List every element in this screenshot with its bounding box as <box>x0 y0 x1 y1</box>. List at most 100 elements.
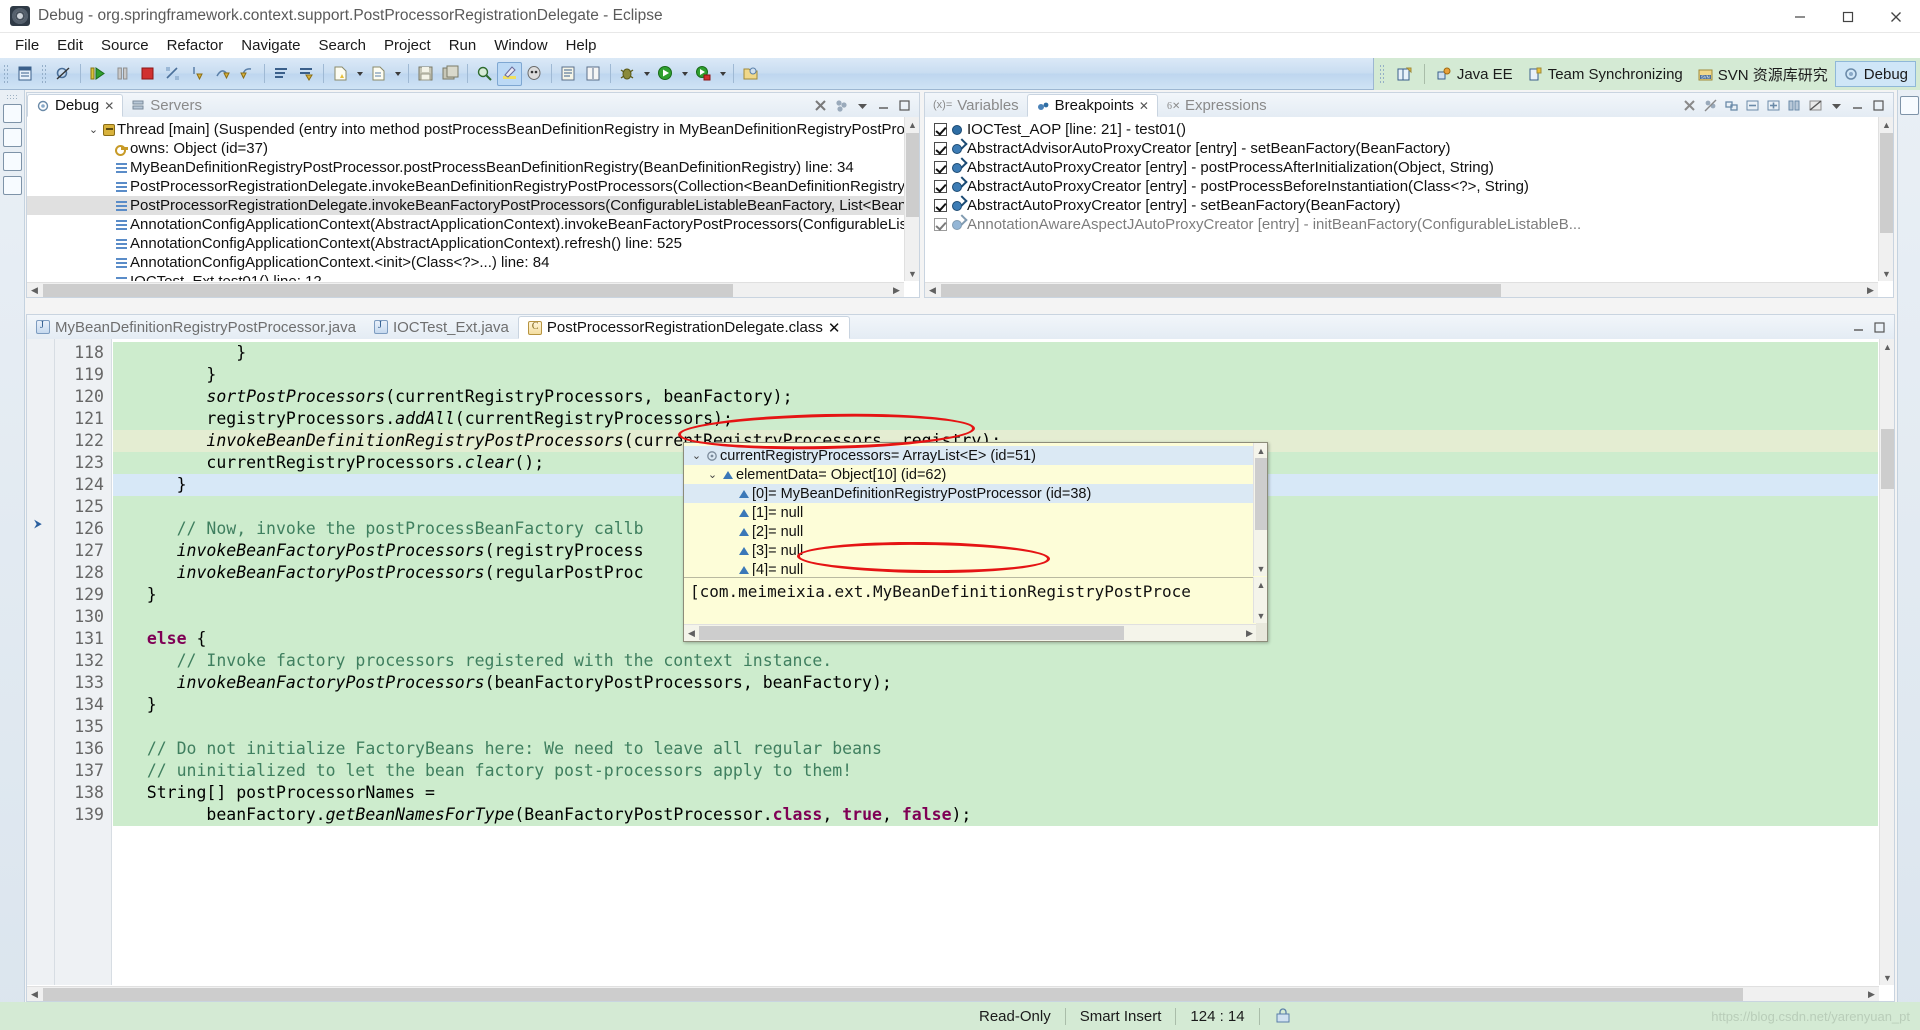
breakpoint-checkbox[interactable] <box>934 180 947 193</box>
editor-marker-ruler[interactable]: ⮞ <box>27 339 55 985</box>
variable-row-currentregistryprocessors[interactable]: ⌄ currentRegistryProcessors= ArrayList<E… <box>684 446 1253 465</box>
new-java-file-icon[interactable] <box>328 62 353 86</box>
toolbar-grip-2[interactable] <box>41 63 48 84</box>
breakpoints-vscrollbar[interactable]: ▲ ▼ <box>1878 117 1893 281</box>
tab-breakpoints[interactable]: Breakpoints ✕ <box>1026 94 1158 117</box>
minimize-button[interactable] <box>1776 0 1824 33</box>
breakpoints-hscrollbar[interactable]: ◀ ▶ <box>925 282 1878 297</box>
debug-mask-icon[interactable] <box>522 62 547 86</box>
open-perspective-icon[interactable] <box>1389 61 1420 87</box>
external-tools-icon[interactable] <box>691 62 716 86</box>
step-return-icon[interactable] <box>235 62 260 86</box>
scroll-left-arrow[interactable]: ◀ <box>925 283 940 297</box>
scroll-left-arrow[interactable]: ◀ <box>27 283 42 297</box>
chevron-down-icon[interactable]: ⌄ <box>87 123 100 136</box>
menu-project[interactable]: Project <box>375 35 440 56</box>
menu-source[interactable]: Source <box>92 35 158 56</box>
breakpoint-row[interactable]: AnnotationAwareAspectJAutoProxyCreator [… <box>925 215 1878 234</box>
scrollbar-thumb[interactable] <box>43 284 733 297</box>
group-by-icon[interactable] <box>1786 97 1803 114</box>
run-launch-dropdown[interactable] <box>678 62 691 86</box>
breakpoint-row[interactable]: AbstractAdvisorAutoProxyCreator [entry] … <box>925 139 1878 158</box>
scrollbar-thumb[interactable] <box>43 988 1743 1001</box>
skip-all-breakpoints-icon[interactable] <box>1807 97 1824 114</box>
breakpoints-list[interactable]: IOCTest_AOP [line: 21] - test01() Abstra… <box>925 117 1893 297</box>
outline-view-icon[interactable] <box>1899 96 1919 115</box>
link-icon[interactable] <box>1723 97 1740 114</box>
tree-row-stack-frame[interactable]: IOCTest_Ext.test01() line: 12 <box>27 272 904 281</box>
variable-row-index-2[interactable]: [2]= null <box>684 522 1253 541</box>
tree-row-stack-frame[interactable]: AnnotationConfigApplicationContext.<init… <box>27 253 904 272</box>
tab-debug[interactable]: Debug ✕ <box>27 94 124 117</box>
tab-expressions[interactable]: 6✕ Expressions <box>1158 93 1275 117</box>
scroll-down-arrow[interactable]: ▼ <box>1880 970 1894 985</box>
perspective-bar-grip[interactable] <box>1378 64 1386 84</box>
skip-breakpoints-icon[interactable] <box>51 62 76 86</box>
breakpoint-row[interactable]: IOCTest_AOP [line: 21] - test01() <box>925 120 1878 139</box>
scrollbar-thumb[interactable] <box>906 133 919 217</box>
code-line[interactable]: // Invoke factory processors registered … <box>113 650 1878 672</box>
debug-stack-tree[interactable]: ⌄ Thread [main] (Suspended (entry into m… <box>27 117 919 297</box>
scroll-up-arrow[interactable]: ▲ <box>1254 443 1267 458</box>
new-java-file-dropdown[interactable] <box>353 62 366 86</box>
tree-row-stack-frame-selected[interactable]: PostProcessorRegistrationDelegate.invoke… <box>27 196 904 215</box>
breakpoint-row[interactable]: AbstractAutoProxyCreator [entry] - postP… <box>925 177 1878 196</box>
variable-popup-tree[interactable]: ⌄ currentRegistryProcessors= ArrayList<E… <box>684 443 1267 576</box>
suspend-icon[interactable] <box>110 62 135 86</box>
remove-all-terminated-icon[interactable] <box>812 97 829 114</box>
tab-variables[interactable]: (x)= Variables <box>925 93 1027 117</box>
run-launch-icon[interactable] <box>653 62 678 86</box>
collapse-all-icon[interactable] <box>1744 97 1761 114</box>
search-icon[interactable] <box>472 62 497 86</box>
remove-all-breakpoints-icon[interactable] <box>1702 97 1719 114</box>
code-line[interactable]: registryProcessors.addAll(currentRegistr… <box>113 408 1878 430</box>
code-line[interactable]: String[] postProcessorNames = <box>113 782 1878 804</box>
close-icon[interactable]: ✕ <box>828 319 841 337</box>
step-into-icon[interactable] <box>185 62 210 86</box>
menu-navigate[interactable]: Navigate <box>232 35 309 56</box>
menu-refactor[interactable]: Refactor <box>158 35 233 56</box>
scrollbar-thumb[interactable] <box>1880 133 1893 233</box>
terminate-icon[interactable] <box>135 62 160 86</box>
tasks-view-icon[interactable] <box>2 152 22 171</box>
new-wizard-icon[interactable] <box>13 62 38 86</box>
menu-run[interactable]: Run <box>440 35 486 56</box>
tree-row-stack-frame[interactable]: AnnotationConfigApplicationContext(Abstr… <box>27 215 904 234</box>
highlight-icon[interactable] <box>497 61 522 86</box>
scrollbar-thumb[interactable] <box>1255 458 1267 530</box>
drop-to-frame-icon[interactable] <box>294 62 319 86</box>
scroll-up-arrow[interactable]: ▲ <box>905 117 919 132</box>
scrollbar-thumb[interactable] <box>699 626 1124 640</box>
scroll-left-arrow[interactable]: ◀ <box>27 987 42 1001</box>
scroll-up-arrow[interactable]: ▲ <box>1254 577 1268 592</box>
code-line[interactable]: sortPostProcessors(currentRegistryProces… <box>113 386 1878 408</box>
breakpoint-row[interactable]: AbstractAutoProxyCreator [entry] - postP… <box>925 158 1878 177</box>
chevron-down-icon[interactable]: ⌄ <box>690 449 703 462</box>
breakpoint-checkbox[interactable] <box>934 123 947 136</box>
maximize-icon[interactable] <box>1870 97 1887 114</box>
variable-row-index-3[interactable]: [3]= null <box>684 541 1253 560</box>
scroll-down-arrow[interactable]: ▼ <box>1254 608 1268 623</box>
breakpoint-checkbox[interactable] <box>934 161 947 174</box>
step-over-icon[interactable] <box>210 62 235 86</box>
tree-row-stack-frame[interactable]: AnnotationConfigApplicationContext(Abstr… <box>27 234 904 253</box>
variable-inspect-popup[interactable]: ⌄ currentRegistryProcessors= ArrayList<E… <box>683 442 1268 642</box>
console-icon[interactable] <box>556 62 581 86</box>
scroll-up-arrow[interactable]: ▲ <box>1879 117 1893 132</box>
debug-tree-hscrollbar[interactable]: ◀ ▶ <box>27 282 904 297</box>
view-menu-icon[interactable] <box>1828 97 1845 114</box>
variable-row-index-1[interactable]: [1]= null <box>684 503 1253 522</box>
scrollbar-thumb[interactable] <box>941 284 1501 297</box>
perspective-debug[interactable]: Debug <box>1834 61 1916 87</box>
popup-detail-vscrollbar[interactable]: ▲ ▼ <box>1253 577 1267 623</box>
save-all-icon[interactable] <box>438 62 463 86</box>
scroll-down-arrow[interactable]: ▼ <box>1879 266 1893 281</box>
editor-tab-mybeandefinitionregistrypostprocessor[interactable]: MyBeanDefinitionRegistryPostProcessor.ja… <box>27 315 365 339</box>
minimize-icon[interactable] <box>1849 97 1866 114</box>
new-class-icon[interactable] <box>366 62 391 86</box>
new-class-dropdown[interactable] <box>391 62 404 86</box>
menu-window[interactable]: Window <box>485 35 556 56</box>
open-type-icon[interactable] <box>738 62 763 86</box>
menu-help[interactable]: Help <box>557 35 606 56</box>
resume-icon[interactable] <box>85 62 110 86</box>
